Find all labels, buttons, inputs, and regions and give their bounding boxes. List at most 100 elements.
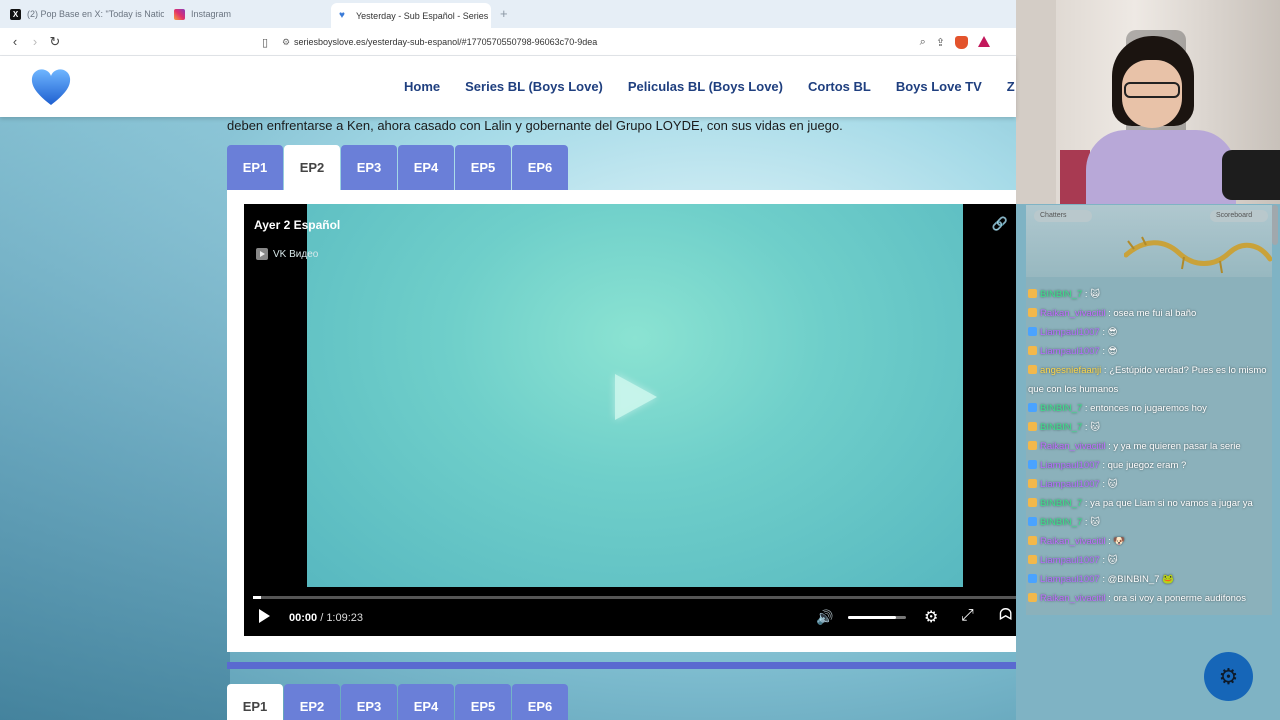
chat-message: BINBIN_7 : 🐱	[1028, 418, 1270, 437]
progress-bar[interactable]	[253, 596, 1016, 599]
webcam-overlay	[1016, 0, 1280, 204]
x-logo-icon: X	[10, 8, 21, 20]
link-icon[interactable]: 🔗	[992, 216, 1008, 232]
webcam-microphone	[1222, 150, 1280, 200]
main-menu: Home Series BL (Boys Love) Peliculas BL …	[404, 56, 1015, 117]
volume-icon[interactable]: 🔊	[816, 609, 833, 626]
dragon-decoration-icon	[1124, 236, 1272, 274]
tab-ep2[interactable]: EP2	[284, 145, 340, 190]
current-time: 00:00	[289, 612, 318, 624]
menu-series-bl[interactable]: Series BL (Boys Love)	[465, 79, 603, 94]
menu-cortos-bl[interactable]: Cortos BL	[808, 79, 871, 94]
settings-gear-button[interactable]: ⚙	[1204, 652, 1253, 701]
chat-username: BINBIN_7	[1040, 498, 1083, 509]
menu-more[interactable]: Z	[1007, 79, 1015, 94]
chat-message: Raikan_vivacitil : y ya me quieren pasar…	[1028, 437, 1270, 456]
site-header: Home Series BL (Boys Love) Peliculas BL …	[0, 56, 1016, 117]
browser-toolbar: ‹ › ↻ ▯ ⚙ seriesboyslove.es/yesterday-su…	[0, 28, 1016, 56]
odnoklassniki-icon[interactable]: ᗣ	[999, 607, 1012, 625]
bookmark-icon[interactable]: ▯	[252, 36, 278, 49]
menu-home[interactable]: Home	[404, 79, 440, 94]
tab-ep1[interactable]: EP1	[227, 145, 283, 190]
back-arrow-icon[interactable]: ‹	[6, 33, 24, 51]
share-icon[interactable]: ⇪	[936, 36, 945, 49]
new-tab-button[interactable]: +	[500, 6, 508, 21]
fullscreen-icon[interactable]: ⤢	[961, 607, 974, 625]
tab-ep4[interactable]: EP4	[398, 145, 454, 190]
chat-message: Liampaul1007 : 🐱	[1028, 475, 1270, 494]
player-card: Ayer 2 Español VK Видео 🔗 00:00 / 1:09:2…	[227, 190, 1016, 652]
brave-rewards-icon[interactable]	[978, 35, 990, 47]
chat-message: Liampaul1007 : que juegoz eram ?	[1028, 456, 1270, 475]
volume-slider[interactable]	[848, 616, 906, 619]
vk-video-brand[interactable]: VK Видео	[256, 248, 318, 260]
chat-badge-icon	[1028, 327, 1037, 336]
chat-badge-icon	[1028, 365, 1037, 374]
brave-shield-icon[interactable]	[955, 35, 968, 49]
video-title: Ayer 2 Español	[254, 218, 341, 232]
chat-text: : 🙀	[1082, 289, 1101, 300]
chat-username: BINBIN_7	[1040, 403, 1083, 414]
chat-badge-icon	[1028, 422, 1037, 431]
browser-tab-yesterday[interactable]: ♥ Yesterday - Sub Español - Series ×	[331, 3, 491, 28]
chat-badge-icon	[1028, 308, 1037, 317]
vk-play-icon	[256, 248, 268, 260]
heart-icon: ♥	[339, 10, 345, 21]
background-decoration	[0, 117, 230, 720]
browser-tab-bar: X (2) Pop Base en X: "Today is Nationa I…	[0, 0, 1016, 28]
chat-message: BINBIN_7 : entonces no jugaremos hoy	[1028, 399, 1270, 418]
play-icon[interactable]	[259, 609, 270, 623]
settings-gear-icon[interactable]: ⚙	[924, 607, 938, 627]
chat-text: : y ya me quieren pasar la serie	[1105, 441, 1241, 452]
forward-arrow-icon[interactable]: ›	[26, 33, 44, 51]
chat-username: Raikan_vivacitil	[1040, 308, 1106, 319]
tab-ep5[interactable]: EP5	[455, 684, 511, 720]
chat-username: Liampaul1007	[1040, 574, 1100, 585]
tab-ep4[interactable]: EP4	[398, 684, 454, 720]
chat-badge-icon	[1028, 593, 1037, 602]
browser-tab-instagram[interactable]: Instagram	[166, 3, 328, 25]
webcam-person-shirt	[1086, 130, 1236, 204]
heart-logo-icon[interactable]	[30, 67, 72, 107]
browser-tab-x[interactable]: X (2) Pop Base en X: "Today is Nationa	[2, 3, 164, 25]
chat-badge-icon	[1028, 479, 1037, 488]
tab-label: (2) Pop Base en X: "Today is Nationa	[27, 9, 164, 19]
tab-ep5[interactable]: EP5	[455, 145, 511, 190]
big-play-icon[interactable]	[615, 374, 657, 420]
stream-chat-overlay: Chatters Scoreboard BINBIN_7 : 🙀 Raikan_v…	[1026, 205, 1272, 615]
tab-ep6[interactable]: EP6	[512, 684, 568, 720]
menu-peliculas-bl[interactable]: Peliculas BL (Boys Love)	[628, 79, 783, 94]
chat-message: Raikan_vivacitil : 🐶	[1028, 532, 1270, 551]
reload-icon[interactable]: ↻	[46, 33, 64, 51]
page-scrollbar[interactable]	[1272, 205, 1278, 245]
chat-text: : 🐱	[1082, 422, 1101, 433]
time-display: 00:00 / 1:09:23	[289, 612, 363, 624]
menu-boys-love-tv[interactable]: Boys Love TV	[896, 79, 982, 94]
chat-text: : @BINBIN_7 🐸	[1099, 574, 1174, 585]
address-bar[interactable]: ▯ ⚙ seriesboyslove.es/yesterday-sub-espa…	[252, 31, 1000, 53]
url-text[interactable]: seriesboyslove.es/yesterday-sub-espanol/…	[294, 37, 920, 47]
chat-text: : osea me fui al baño	[1105, 308, 1197, 319]
time-separator: /	[317, 612, 327, 624]
chat-text: : 🐱	[1082, 517, 1101, 528]
video-player[interactable]: Ayer 2 Español VK Видео 🔗 00:00 / 1:09:2…	[244, 204, 1016, 636]
chat-text: : 😎	[1099, 327, 1118, 338]
chat-username: Liampaul1007	[1040, 460, 1100, 471]
tab-ep3[interactable]: EP3	[341, 145, 397, 190]
chat-message: Liampaul1007 : 😎	[1028, 342, 1270, 361]
tab-ep6[interactable]: EP6	[512, 145, 568, 190]
tab-ep1[interactable]: EP1	[227, 684, 283, 720]
chat-pill-left: Chatters	[1034, 210, 1092, 222]
volume-fill	[848, 616, 896, 619]
chat-header: Chatters Scoreboard	[1026, 205, 1272, 277]
tab-ep2[interactable]: EP2	[284, 684, 340, 720]
tab-label: Yesterday - Sub Español - Series	[356, 10, 489, 21]
chat-badge-icon	[1028, 517, 1037, 526]
episode-tabs-top: EP1 EP2 EP3 EP4 EP5 EP6	[227, 145, 568, 190]
site-info-icon[interactable]: ⚙	[278, 37, 294, 48]
chat-badge-icon	[1028, 441, 1037, 450]
zoom-icon[interactable]: ⌕	[920, 36, 926, 49]
tab-ep3[interactable]: EP3	[341, 684, 397, 720]
tab-label: Instagram	[191, 9, 232, 19]
chat-badge-icon	[1028, 289, 1037, 298]
